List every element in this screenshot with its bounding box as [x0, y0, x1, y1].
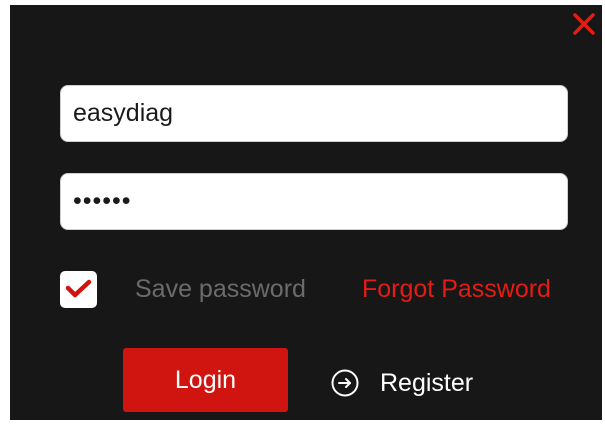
close-icon — [573, 13, 595, 35]
login-dialog: Save password Forgot Password Login Regi… — [10, 5, 602, 420]
username-input[interactable] — [60, 85, 568, 142]
register-button[interactable]: Register — [330, 367, 473, 399]
login-button[interactable]: Login — [123, 348, 288, 412]
checkmark-icon — [65, 279, 92, 298]
register-label: Register — [380, 368, 474, 397]
password-input[interactable] — [60, 173, 568, 230]
save-password-label: Save password — [135, 275, 306, 303]
save-password-checkbox[interactable] — [60, 271, 97, 308]
arrow-right-circle-icon — [331, 369, 359, 397]
close-button[interactable] — [570, 10, 598, 38]
forgot-password-link[interactable]: Forgot Password — [362, 273, 551, 305]
